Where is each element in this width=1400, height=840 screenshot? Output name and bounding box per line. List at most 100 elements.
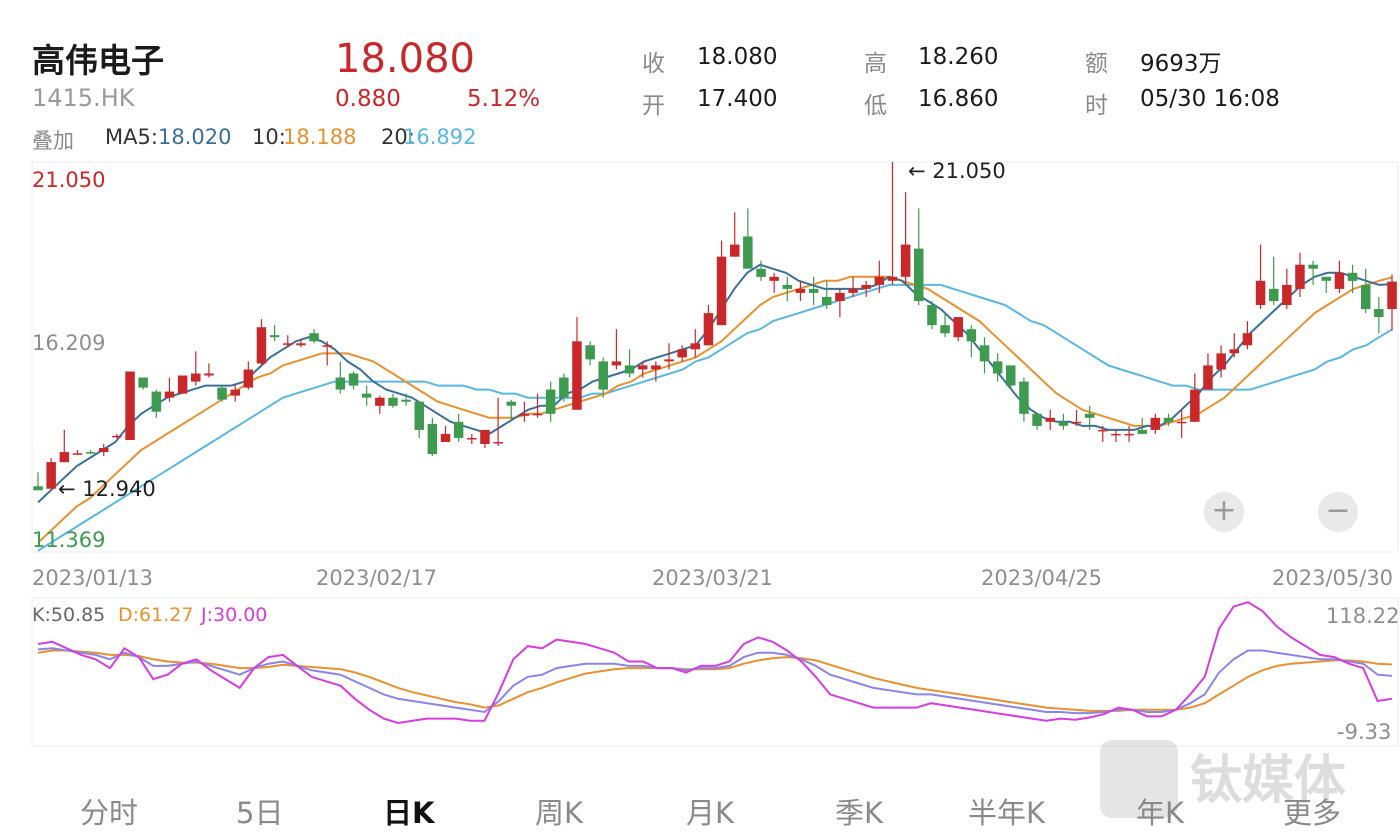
candle-body <box>440 433 451 442</box>
candle <box>743 208 753 269</box>
kdj-k-line <box>37 647 1393 715</box>
price-axis-mid: 16.209 <box>32 331 106 355</box>
candle <box>99 443 109 457</box>
candle <box>138 377 148 390</box>
tab-more[interactable]: 更多 <box>1283 790 1341 832</box>
candle <box>348 371 359 390</box>
candle-body <box>217 387 227 400</box>
candle <box>572 317 582 410</box>
low-annotation-value: 12.940 <box>82 477 156 501</box>
candle <box>177 375 188 394</box>
candle <box>191 351 201 386</box>
candle-body <box>230 389 240 396</box>
zoom-in-button[interactable]: + <box>1204 492 1244 532</box>
candle <box>493 397 503 447</box>
candle-body <box>125 371 135 440</box>
candle <box>480 429 490 449</box>
tab-monthly-k[interactable]: 月K <box>686 790 734 832</box>
candle-body <box>1216 353 1226 370</box>
candle <box>861 280 871 297</box>
candle-body <box>716 256 727 326</box>
tab-daily-k[interactable]: 日K <box>383 790 434 832</box>
candle-body <box>572 341 582 410</box>
candle-body <box>1229 349 1239 354</box>
candle-body <box>283 343 293 345</box>
tab-quarterly-k[interactable]: 季K <box>835 790 883 832</box>
candle-body <box>388 397 398 406</box>
candle-body <box>1045 417 1055 422</box>
candle-body <box>1321 276 1331 281</box>
candle <box>598 357 608 398</box>
candle <box>756 260 766 281</box>
candle-body <box>348 373 359 386</box>
candle-body <box>414 401 424 430</box>
kline-chart[interactable] <box>0 0 1400 840</box>
tab-intraday[interactable]: 分时 <box>80 790 138 832</box>
candle <box>953 317 963 342</box>
price-axis-bottom: 11.369 <box>32 528 106 552</box>
candle-body <box>85 452 96 454</box>
kdj-k-label: K:50.85 <box>32 604 106 626</box>
candle <box>545 381 556 422</box>
candle <box>335 361 346 394</box>
candle <box>59 429 70 463</box>
candle-body <box>480 429 490 444</box>
candle-body <box>33 486 43 491</box>
candle-body <box>900 244 911 277</box>
candle-body <box>1137 429 1147 434</box>
candle-body <box>191 373 201 382</box>
date-tick: 2023/01/13 <box>32 566 154 590</box>
zoom-out-button[interactable]: − <box>1318 492 1358 532</box>
candle <box>427 417 438 457</box>
date-tick: 2023/05/30 <box>1272 566 1394 590</box>
candle-body <box>1006 365 1016 386</box>
candle-body <box>848 288 858 293</box>
candle-body <box>769 276 779 281</box>
date-tick: 2023/04/25 <box>981 566 1103 590</box>
tab-weekly-k[interactable]: 周K <box>535 790 583 832</box>
candle <box>1058 413 1069 430</box>
candle-body <box>1282 284 1292 305</box>
candle-body <box>598 361 608 390</box>
candle <box>887 162 898 285</box>
candle-body <box>743 236 753 269</box>
candle <box>85 450 96 455</box>
candle <box>72 450 83 455</box>
candle <box>151 389 162 418</box>
date-tick: 2023/02/17 <box>316 566 438 590</box>
candle-body <box>467 438 477 440</box>
candle-body <box>927 305 937 326</box>
candle <box>585 341 595 366</box>
candle-body <box>1098 429 1108 432</box>
candle-body <box>651 365 661 370</box>
candle-body <box>1111 433 1121 436</box>
moving-average-lines <box>37 263 1393 552</box>
candle-body <box>611 361 622 366</box>
candle-body <box>624 365 635 374</box>
candle-body <box>1032 413 1042 426</box>
candle-body <box>585 345 595 360</box>
candle <box>388 393 398 408</box>
kdj-j-label: J:30.00 <box>201 604 268 626</box>
candle-body <box>940 325 950 334</box>
candle <box>519 401 530 422</box>
candle <box>559 373 569 402</box>
tab-halfyear-k[interactable]: 半年K <box>968 790 1045 832</box>
kdj-max-label: 118.22 <box>1326 604 1400 628</box>
candle-body <box>151 391 162 412</box>
candle-body <box>1361 284 1371 310</box>
tab-5day[interactable]: 5日 <box>236 790 283 832</box>
candle-body <box>1190 389 1200 422</box>
candle-body <box>835 292 845 301</box>
candle <box>46 458 56 489</box>
candle <box>243 361 254 390</box>
candle <box>1019 377 1029 422</box>
candle-body <box>269 335 280 338</box>
candle-body <box>1163 417 1174 422</box>
candle-body <box>559 377 569 398</box>
candle-body <box>861 284 871 289</box>
candle-body <box>874 276 885 285</box>
candle <box>1255 244 1266 310</box>
tab-yearly-k[interactable]: 年K <box>1136 790 1184 832</box>
candle <box>1229 333 1239 358</box>
